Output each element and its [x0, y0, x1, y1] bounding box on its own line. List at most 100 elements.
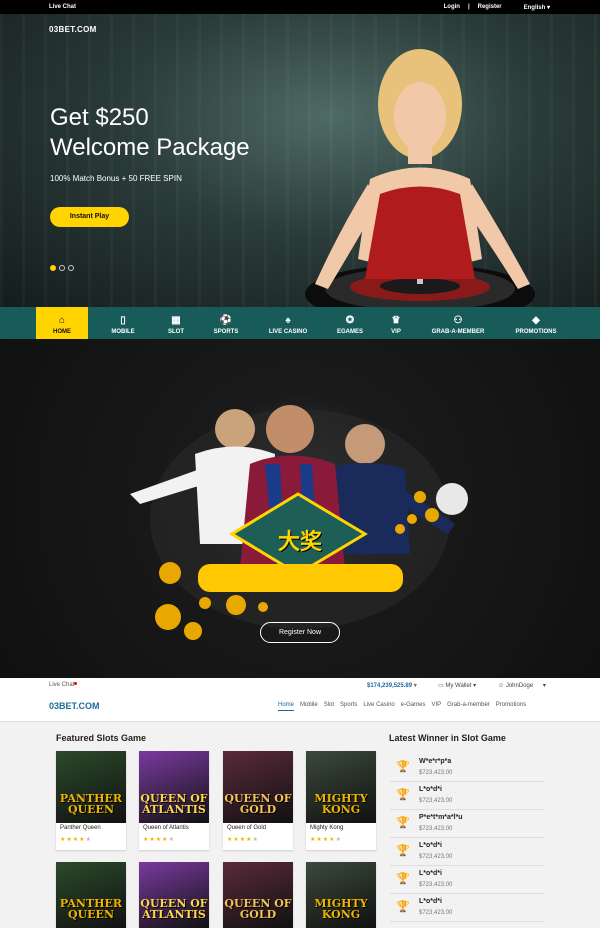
slide-dot[interactable] — [68, 265, 74, 271]
nav-item-egames[interactable]: ✪ EGAMES — [324, 307, 376, 339]
site-menu-item[interactable]: Home — [278, 702, 295, 711]
nav-item-live-casino[interactable]: ♠ LIVE CASINO — [252, 307, 324, 339]
game-thumbnail[interactable]: QUEEN OF ATLANTIS — [139, 862, 209, 928]
winner-name: P*e*t*m*a*l*u — [419, 814, 463, 821]
promo-artwork — [130, 405, 468, 640]
game-thumbnail[interactable]: QUEEN OF GOLD — [223, 862, 293, 928]
slot-game-card[interactable]: QUEEN OF ATLANTIS — [139, 862, 209, 928]
balance-value: $174,239,525.89 — [367, 683, 413, 689]
winner-name: L*o*d*i — [419, 786, 442, 793]
slot-game-card[interactable]: PANTHER QUEEN — [56, 862, 126, 928]
winner-row: 🏆 P*e*t*m*a*l*u $723,423.00 — [390, 810, 545, 838]
game-name: Mighty Kong — [310, 825, 344, 831]
slot-game-card[interactable]: PANTHER QUEEN Panther Queen ★★★★★ — [56, 751, 126, 850]
site-menu-item[interactable]: Sports — [340, 702, 357, 711]
login-link[interactable]: Login — [444, 4, 460, 11]
slot-game-card[interactable]: MIGHTY KONG Mighty Kong ★★★★★ — [306, 751, 376, 850]
nav-item-label: SLOT — [168, 329, 184, 335]
slot-game-card[interactable]: MIGHTY KONG — [306, 862, 376, 928]
nav-item-promotions[interactable]: ◆ PROMOTIONS — [500, 307, 572, 339]
site-menu-item[interactable]: e-Games — [401, 702, 426, 711]
winner-amount: $723,423.00 — [419, 826, 453, 832]
nav-item-vip[interactable]: ♛ VIP — [376, 307, 416, 339]
dealer-image — [305, 49, 535, 307]
nav-item-sports[interactable]: ⚽ SPORTS — [200, 307, 252, 339]
winner-row: 🏆 L*o*d*i $723,423.00 — [390, 894, 545, 922]
register-link[interactable]: Register — [478, 4, 502, 11]
winner-amount: $723,423.00 — [419, 910, 453, 916]
chevron-down-icon: ▾ — [542, 683, 546, 689]
star-icon: ★ — [85, 837, 92, 843]
nav-item-grab-a-member[interactable]: ⚇ GRAB-A-MEMBER — [416, 307, 500, 339]
winner-amount: $723,423.00 — [419, 798, 453, 804]
nav-item-slot[interactable]: ▦ SLOT — [152, 307, 200, 339]
slot-game-card[interactable]: QUEEN OF GOLD Queen of Gold ★★★★★ — [223, 751, 293, 850]
trophy-icon: 🏆 — [396, 873, 410, 885]
game-name: Panther Queen — [60, 825, 101, 831]
live-chat-label: Live Chat — [49, 682, 75, 688]
live-chat-link[interactable]: Live Chat — [49, 682, 78, 688]
register-now-button[interactable]: Register Now — [260, 622, 340, 643]
hero-banner: 03BET.COM Get $250 Welcome Package 100% M… — [0, 14, 600, 307]
site-logo[interactable]: 03BET.COM — [49, 25, 97, 34]
instant-play-button[interactable]: Instant Play — [50, 207, 129, 227]
mobile-icon: ▯ — [120, 315, 126, 326]
chevron-down-icon: ▾ — [413, 683, 417, 689]
separator: | — [467, 4, 470, 10]
nav-item-label: VIP — [391, 329, 401, 335]
slide-dot[interactable] — [50, 265, 56, 271]
winner-row: 🏆 L*o*d*i $723,423.00 — [390, 866, 545, 894]
site-logo[interactable]: 03BET.COM — [49, 701, 100, 711]
game-thumbnail[interactable]: PANTHER QUEEN — [56, 751, 126, 823]
slide-dot[interactable] — [59, 265, 65, 271]
star-icon: ★ — [335, 837, 342, 843]
nav-item-home[interactable]: ⌂ HOME — [36, 307, 88, 339]
trophy-icon: 🏆 — [396, 789, 410, 801]
site-menu-item[interactable]: Live Casino — [363, 702, 394, 711]
nav-item-label: GRAB-A-MEMBER — [431, 329, 485, 335]
site-menu-item[interactable]: Grab-a-member — [447, 702, 490, 711]
site-menu-item[interactable]: Mobile — [300, 702, 318, 711]
winner-amount: $723,423.00 — [419, 854, 453, 860]
language-label: English — [523, 5, 546, 11]
hero-subtitle: 100% Match Bonus + 50 FREE SPIN — [50, 174, 182, 183]
user-menu[interactable]: ☺ JohnDoge ▾ — [498, 682, 546, 689]
notification-dot — [74, 682, 78, 685]
winner-row: 🏆 W*e*r*p*a $723,423.00 — [390, 754, 545, 782]
wallet-label: My Wallet — [445, 683, 472, 689]
trophy-icon: 🏆 — [396, 901, 410, 913]
vip-icon: ♛ — [391, 315, 401, 326]
chevron-down-icon: ▾ — [473, 683, 477, 689]
promotions-icon: ◆ — [532, 315, 540, 326]
site-menu: Home Mobile Slot Sports Live Casino e-Games VI… — [278, 702, 526, 711]
game-thumbnail[interactable]: MIGHTY KONG — [306, 751, 376, 823]
slot-icon: ▦ — [171, 315, 181, 326]
winner-row: 🏆 L*o*d*i $723,423.00 — [390, 782, 545, 810]
star-rating: ★★★★★ — [310, 836, 342, 843]
site-menu-item[interactable]: VIP — [431, 702, 441, 711]
featured-slots-title: Featured Slots Game — [56, 733, 147, 743]
nav-item-mobile[interactable]: ▯ MOBILE — [94, 307, 152, 339]
balance: $174,239,525.89 ▾ — [367, 682, 417, 689]
hero-title-line2: Welcome Package — [50, 134, 250, 161]
game-name: Queen of Atlantis — [143, 825, 189, 831]
game-thumbnail[interactable]: QUEEN OF GOLD — [223, 751, 293, 823]
nav-item-label: EGAMES — [336, 329, 363, 335]
live-chat-link[interactable]: Live Chat — [49, 4, 76, 10]
wallet-menu[interactable]: ▭ My Wallet ▾ — [438, 682, 476, 689]
jackpot-badge: 大奖 — [277, 530, 322, 555]
sports-icon: ⚽ — [219, 315, 233, 326]
live-casino-icon: ♠ — [285, 315, 291, 326]
game-thumbnail[interactable]: MIGHTY KONG — [306, 862, 376, 928]
language-select[interactable]: English ▾ — [524, 4, 550, 11]
trophy-icon: 🏆 — [396, 845, 410, 857]
winner-name: L*o*d*i — [419, 842, 442, 849]
grab-a-member-icon: ⚇ — [453, 315, 463, 326]
site-menu-item[interactable]: Slot — [324, 702, 334, 711]
game-thumbnail[interactable]: PANTHER QUEEN — [56, 862, 126, 928]
site-menu-item[interactable]: Promotions — [496, 702, 526, 711]
slot-game-card[interactable]: QUEEN OF GOLD — [223, 862, 293, 928]
game-thumbnail[interactable]: QUEEN OF ATLANTIS — [139, 751, 209, 823]
slide-indicators — [50, 265, 74, 271]
slot-game-card[interactable]: QUEEN OF ATLANTIS Queen of Atlantis ★★★★★ — [139, 751, 209, 850]
